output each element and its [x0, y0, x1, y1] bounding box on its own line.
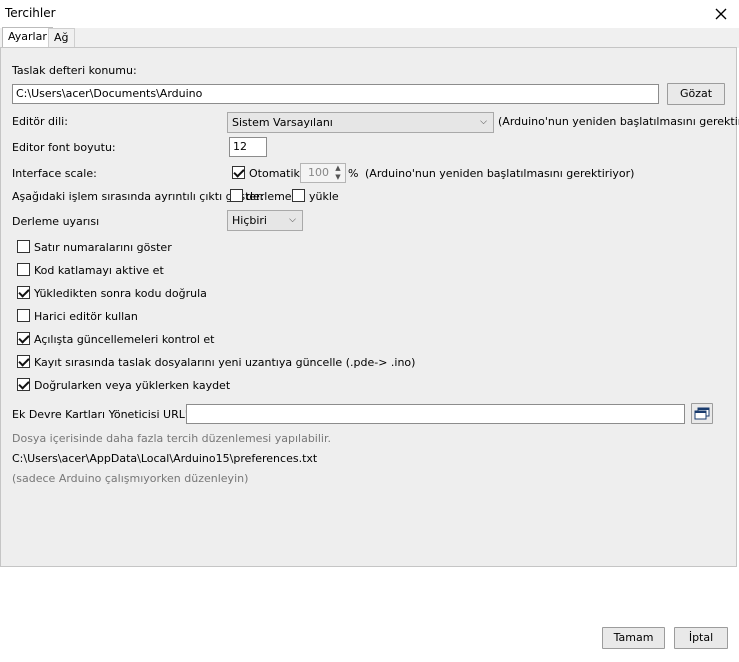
tab-strip: Ayarlar Ağ — [0, 27, 739, 49]
browse-button[interactable]: Gözat — [667, 83, 725, 105]
close-icon[interactable] — [711, 4, 731, 24]
sketchbook-location-input[interactable]: C:\Users\acer\Documents\Arduino — [12, 84, 659, 104]
preferences-file-path: C:\Users\acer\AppData\Local\Arduino15\pr… — [12, 452, 318, 465]
chevron-down-icon: ⌵ — [480, 117, 487, 127]
title-bar: Tercihler — [0, 0, 739, 28]
more-preferences-note: Dosya içerisinde daha fazla tercih düzen… — [12, 432, 331, 445]
interface-scale-unit: % — [348, 167, 359, 180]
font-size-input[interactable]: 12 — [229, 137, 267, 157]
option-checkbox[interactable] — [17, 240, 30, 253]
option-checkbox[interactable] — [17, 263, 30, 276]
option-label: Kayıt sırasında taslak dosyalarını yeni … — [34, 356, 416, 369]
window-title: Tercihler — [5, 6, 56, 20]
verbose-upload-checkbox[interactable] — [292, 189, 305, 202]
interface-scale-label: Interface scale: — [12, 167, 97, 180]
chevron-down-icon: ⌵ — [289, 215, 296, 225]
option-checkbox[interactable] — [17, 309, 30, 322]
ok-button[interactable]: Tamam — [602, 627, 665, 649]
edit-urls-button[interactable] — [691, 403, 713, 424]
settings-panel: Taslak defteri konumu: C:\Users\acer\Doc… — [0, 47, 739, 567]
boards-url-input[interactable] — [186, 404, 685, 424]
option-label: Yükledikten sonra kodu doğrula — [34, 287, 207, 300]
option-label: Satır numaralarını göster — [34, 241, 172, 254]
option-checkbox[interactable] — [17, 378, 30, 391]
editor-language-value: Sistem Varsayılanı — [232, 116, 333, 129]
option-checkbox[interactable] — [17, 355, 30, 368]
compiler-warnings-select[interactable]: Hiçbiri ⌵ — [227, 210, 303, 231]
option-label: Açılışta güncellemeleri kontrol et — [34, 333, 215, 346]
option-checkbox[interactable] — [17, 286, 30, 299]
compiler-warnings-label: Derleme uyarısı — [12, 215, 100, 228]
editor-language-select[interactable]: Sistem Varsayılanı ⌵ — [227, 112, 494, 133]
tab-network[interactable]: Ağ — [48, 28, 75, 48]
option-label: Doğrularken veya yüklerken kaydet — [34, 379, 231, 392]
edit-when-closed-note: (sadece Arduino çalışmıyorken düzenleyin… — [12, 472, 249, 485]
editor-language-note: (Arduino'nun yeniden başlatılmasını gere… — [498, 115, 739, 128]
cancel-button[interactable]: İptal — [674, 627, 728, 649]
interface-scale-auto-checkbox[interactable] — [232, 166, 245, 179]
option-label: Kod katlamayı aktive et — [34, 264, 164, 277]
verbose-compile-checkbox[interactable] — [230, 189, 243, 202]
interface-scale-spinner[interactable]: 100 ▲ ▼ — [300, 163, 346, 183]
verbose-output-label: Aşağıdaki işlem sırasında ayrıntılı çıkt… — [12, 190, 265, 203]
option-label: Harici editör kullan — [34, 310, 138, 323]
interface-scale-auto-label: Otomatik — [249, 167, 300, 180]
font-size-label: Editor font boyutu: — [12, 141, 116, 154]
window-edit-icon — [694, 407, 710, 420]
editor-language-label: Editör dili: — [12, 115, 68, 128]
verbose-compile-label: derleme — [246, 190, 292, 203]
tab-settings[interactable]: Ayarlar — [2, 27, 53, 49]
option-checkbox[interactable] — [17, 332, 30, 345]
compiler-warnings-value: Hiçbiri — [232, 214, 267, 227]
interface-scale-note: (Arduino'nun yeniden başlatılmasını gere… — [365, 167, 635, 180]
spinner-arrows-icon[interactable]: ▲ ▼ — [332, 164, 344, 182]
sketchbook-label: Taslak defteri konumu: — [12, 64, 137, 77]
interface-scale-value: 100 — [308, 166, 329, 179]
dialog-footer: Tamam İptal — [0, 567, 739, 662]
boards-url-label: Ek Devre Kartları Yöneticisi URL'leri: — [12, 408, 210, 421]
verbose-upload-label: yükle — [309, 190, 339, 203]
